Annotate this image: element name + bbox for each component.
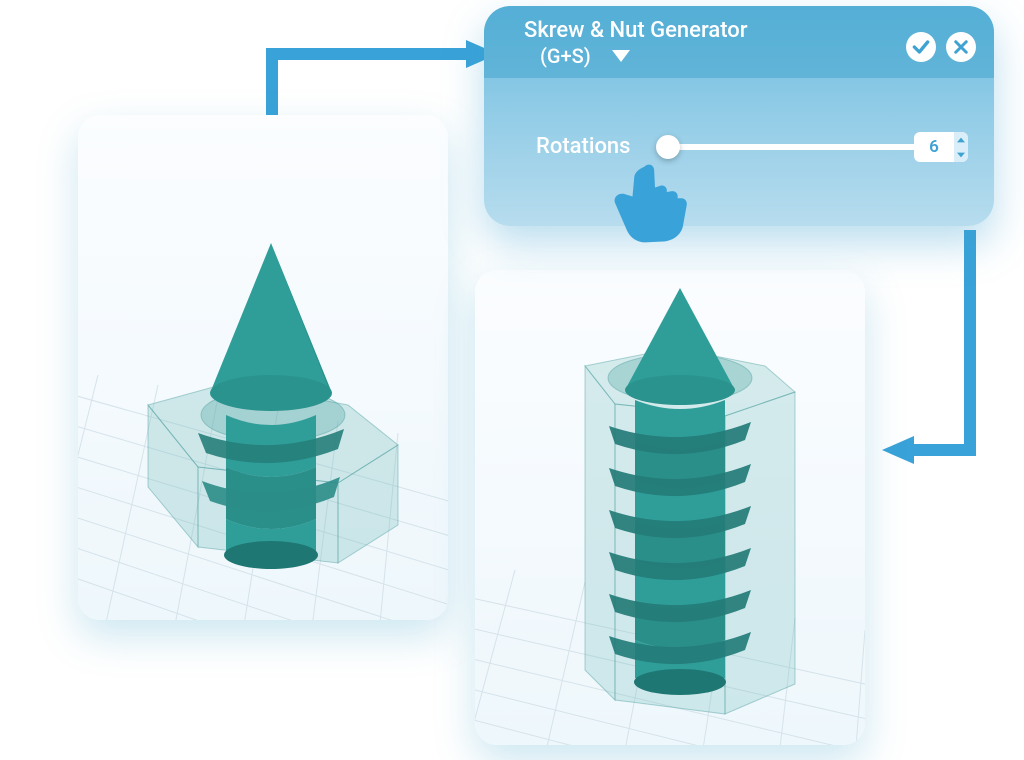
close-button[interactable] [946, 32, 976, 62]
panel-subtitle: (G+S) [540, 44, 591, 68]
confirm-button[interactable] [906, 32, 936, 62]
generator-panel: Skrew & Nut Generator (G+S) Rotations 6 [484, 6, 994, 226]
rotations-value-box: 6 [914, 132, 968, 162]
diagram-stage: Skrew & Nut Generator (G+S) Rotations 6 [0, 0, 1024, 760]
rotations-stepper[interactable] [954, 132, 968, 162]
panel-title: Skrew & Nut Generator [524, 18, 748, 44]
preview-after [475, 270, 865, 745]
rotations-slider[interactable] [660, 144, 918, 150]
cursor-hand-icon [610, 156, 700, 246]
arrow-panel-to-right [870, 220, 1010, 480]
stepper-down-icon[interactable] [954, 147, 968, 162]
rotations-value: 6 [914, 137, 954, 157]
collapse-caret-icon[interactable] [612, 50, 630, 62]
stepper-up-icon[interactable] [954, 132, 968, 147]
preview-before [78, 115, 448, 620]
